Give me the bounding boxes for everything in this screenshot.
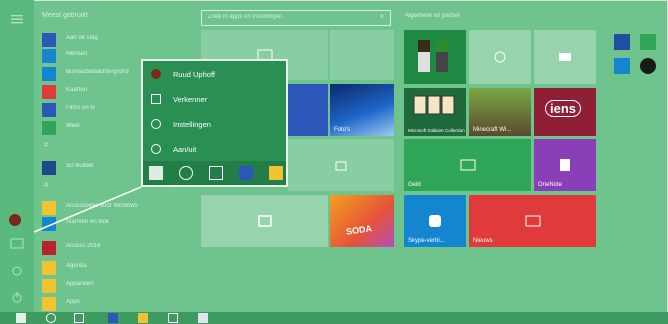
- power-icon: [151, 144, 161, 154]
- taskbar-search-icon[interactable]: [46, 313, 56, 323]
- menu-item-explorer[interactable]: Verkenner: [147, 90, 283, 110]
- menu-item-power[interactable]: Aan/uit: [147, 140, 283, 160]
- folder-taskbar-icon[interactable]: [269, 166, 283, 180]
- edge-icon[interactable]: [239, 166, 253, 180]
- menu-label-explorer: Verkenner: [173, 95, 208, 104]
- menu-label-user: Ruud Uphoff: [173, 70, 215, 79]
- taskbar-taskview-icon[interactable]: [74, 313, 84, 323]
- menu-item-settings[interactable]: Instellingen: [147, 115, 283, 135]
- taskbar-store-icon[interactable]: [168, 313, 178, 323]
- taskbar-explorer-icon[interactable]: [138, 313, 148, 323]
- folder-icon: [151, 94, 161, 104]
- search-icon[interactable]: [179, 166, 193, 180]
- user-avatar-callout: [11, 215, 21, 225]
- taskbar-app-icon[interactable]: [198, 313, 208, 323]
- taskbar-edge-icon[interactable]: [108, 313, 118, 323]
- menu-label-power: Aan/uit: [173, 145, 197, 154]
- menu-item-user[interactable]: Ruud Uphoff: [147, 65, 283, 85]
- user-power-panel: Ruud Uphoff Verkenner Instellingen Aan/u…: [141, 59, 288, 187]
- task-view-icon[interactable]: [209, 166, 223, 180]
- menu-label-settings: Instellingen: [173, 120, 211, 129]
- start-button-icon[interactable]: [16, 313, 26, 323]
- taskbar: [0, 312, 668, 324]
- windows-start-icon[interactable]: [149, 166, 163, 180]
- gear-icon: [151, 119, 161, 129]
- callout-line: [11, 186, 142, 233]
- panel-taskbar: [143, 161, 286, 185]
- avatar-icon: [151, 69, 161, 79]
